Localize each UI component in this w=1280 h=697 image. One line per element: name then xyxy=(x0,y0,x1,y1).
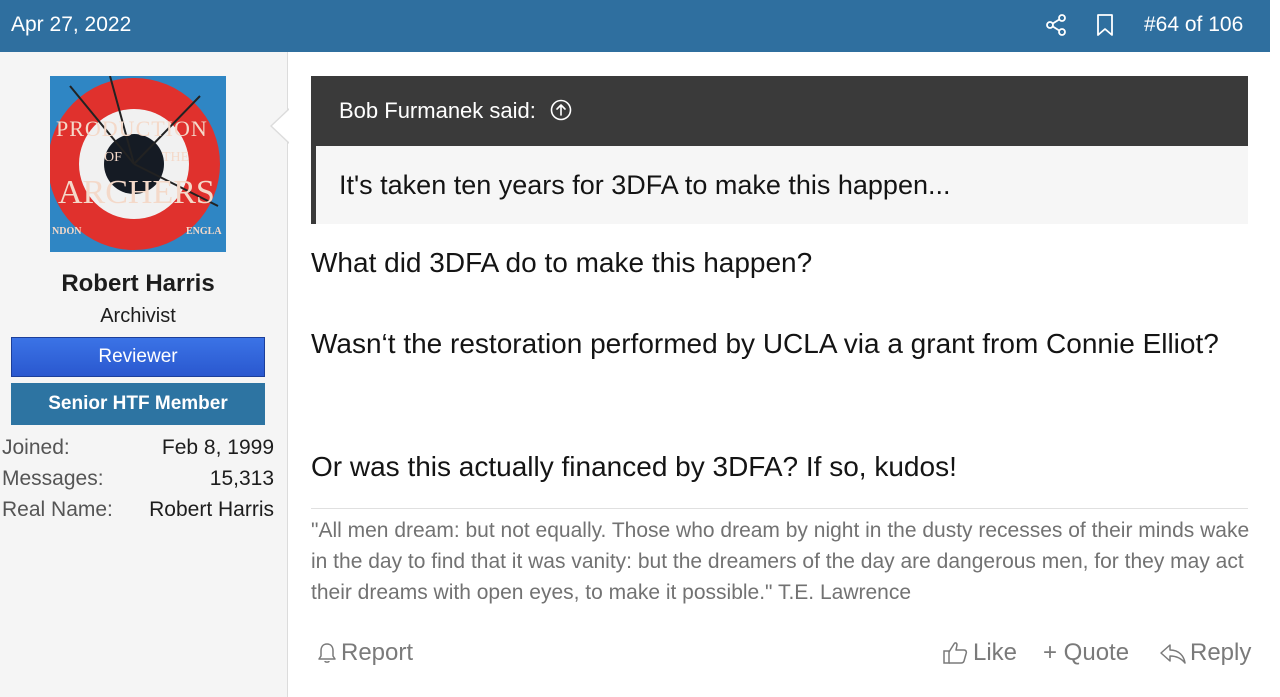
report-label: Report xyxy=(341,639,414,666)
arrow-up-circle-icon[interactable] xyxy=(550,99,572,121)
stat-label: Real Name: xyxy=(2,498,113,521)
user-info-panel: PRODUCTION OF THE ARCHERS NDON ENGLA Rob… xyxy=(0,52,288,697)
post-date[interactable]: Apr 27, 2022 xyxy=(11,13,131,37)
stat-value: Feb 8, 1999 xyxy=(161,436,274,459)
post-number-link[interactable]: #64 of 106 xyxy=(1144,13,1243,37)
reply-button[interactable]: Reply xyxy=(1159,639,1251,667)
avatar-text-production: PRODUCTION xyxy=(56,116,208,141)
avatar-text-the: THE xyxy=(162,150,190,165)
stat-value: Robert Harris xyxy=(149,498,274,521)
quote-body: It's taken ten years for 3DFA to make th… xyxy=(311,146,1248,224)
like-button[interactable]: Like xyxy=(942,639,1017,667)
like-label: Like xyxy=(973,639,1018,666)
quote-label: + Quote xyxy=(1043,639,1130,666)
quote-author[interactable]: Bob Furmanek said: xyxy=(339,98,536,123)
avatar-text-archers: ARCHERS xyxy=(58,174,215,211)
senior-member-banner: Senior HTF Member xyxy=(11,383,265,425)
report-button[interactable]: Report xyxy=(316,639,413,667)
user-stats: Joined: Feb 8, 1999 Messages: 15,313 Rea… xyxy=(2,432,274,525)
avatar-text-england: ENGLA xyxy=(186,226,222,237)
message-paragraph: What did 3DFA do to make this happen? xyxy=(311,247,813,278)
thumbs-up-icon xyxy=(943,642,968,664)
message-arrow-inner xyxy=(272,109,290,143)
reviewer-banner: Reviewer xyxy=(11,337,265,377)
bookmark-icon[interactable] xyxy=(1095,13,1115,37)
quote-button[interactable]: + Quote xyxy=(1043,639,1129,667)
username-link[interactable]: Robert Harris xyxy=(0,270,276,298)
avatar-text-london: NDON xyxy=(52,226,82,237)
avatar-text-of: OF xyxy=(104,150,122,165)
reply-arrow-icon xyxy=(1160,644,1186,664)
right-gutter xyxy=(1270,0,1280,697)
signature-divider xyxy=(311,508,1248,509)
stat-row-messages: Messages: 15,313 xyxy=(2,463,274,494)
reply-label: Reply xyxy=(1190,639,1252,666)
stat-row-joined: Joined: Feb 8, 1999 xyxy=(2,432,274,463)
signature: "All men dream: but not equally. Those w… xyxy=(311,519,1250,604)
share-icon[interactable] xyxy=(1044,13,1068,37)
stat-value[interactable]: 15,313 xyxy=(210,463,274,494)
post-header: Apr 27, 2022 #64 of 106 xyxy=(0,0,1270,52)
quote-header[interactable]: Bob Furmanek said: xyxy=(311,76,1248,146)
avatar[interactable]: PRODUCTION OF THE ARCHERS NDON ENGLA xyxy=(50,76,226,252)
stat-label: Joined: xyxy=(2,436,70,459)
bell-icon xyxy=(318,643,336,663)
stat-label: Messages: xyxy=(2,467,104,490)
user-title: Archivist xyxy=(100,305,176,327)
message-paragraph: Or was this actually financed by 3DFA? I… xyxy=(311,451,957,482)
stat-row-real-name: Real Name: Robert Harris xyxy=(2,494,274,525)
message-paragraph: Wasn‘t the restoration performed by UCLA… xyxy=(311,328,1219,359)
